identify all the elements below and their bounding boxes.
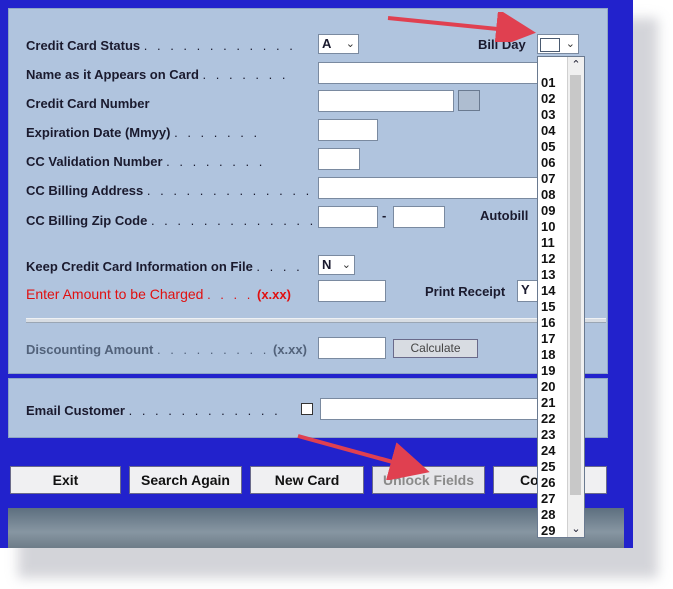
scrollbar-thumb[interactable] [570, 75, 581, 495]
billing-zip-label: CC Billing Zip Code . . . . . . . . . . … [26, 213, 330, 228]
name-on-card-field[interactable] [318, 62, 538, 84]
bill-day-option[interactable]: 01 [539, 75, 569, 91]
chevron-down-icon: ⌄ [345, 38, 355, 50]
bill-day-option[interactable]: 26 [539, 475, 569, 491]
bill-day-option[interactable]: 15 [539, 299, 569, 315]
zip-code-field[interactable] [318, 206, 378, 228]
cc-number-field[interactable] [318, 90, 454, 112]
bill-day-option[interactable]: 25 [539, 459, 569, 475]
bill-day-dropdown-list[interactable]: 01 02 03 04 05 06 07 08 09 10 11 12 13 14 15 16 17 18 19 20… [537, 56, 585, 538]
cc-validation-label: CC Validation Number . . . . . . . . [26, 154, 266, 169]
keep-on-file-select[interactable]: N ⌄ [318, 255, 355, 275]
bill-day-option[interactable]: 17 [539, 331, 569, 347]
card-type-indicator [458, 90, 480, 111]
email-field[interactable] [320, 398, 540, 420]
name-on-card-label: Name as it Appears on Card . . . . . . . [26, 67, 289, 82]
bill-day-option[interactable]: 04 [539, 123, 569, 139]
bill-day-options: 01 02 03 04 05 06 07 08 09 10 11 12 13 14 15 16 17 18 19 20… [539, 75, 569, 539]
zip-extension-field[interactable] [393, 206, 445, 228]
bill-day-option[interactable]: 14 [539, 283, 569, 299]
exit-button[interactable]: Exit [10, 466, 121, 494]
bill-day-option[interactable]: 11 [539, 235, 569, 251]
billing-address-field[interactable] [318, 177, 538, 199]
expiration-field[interactable] [318, 119, 378, 141]
keep-on-file-label: Keep Credit Card Information on File . .… [26, 259, 303, 274]
bill-day-option[interactable]: 16 [539, 315, 569, 331]
bill-day-value [540, 38, 560, 52]
email-customer-checkbox[interactable] [301, 403, 313, 415]
bill-day-option[interactable]: 29 [539, 523, 569, 539]
bill-day-option[interactable]: 02 [539, 91, 569, 107]
expiration-label: Expiration Date (Mmyy) . . . . . . . [26, 125, 261, 140]
bill-day-option[interactable]: 13 [539, 267, 569, 283]
print-receipt-select[interactable]: Y [517, 280, 539, 302]
bill-day-option[interactable]: 07 [539, 171, 569, 187]
bill-day-option[interactable]: 03 [539, 107, 569, 123]
section-divider [26, 318, 606, 323]
email-customer-label: Email Customer . . . . . . . . . . . . [26, 403, 281, 418]
bill-day-option[interactable]: 24 [539, 443, 569, 459]
cc-number-label: Credit Card Number [26, 96, 150, 111]
bill-day-option[interactable]: 18 [539, 347, 569, 363]
discounting-label: Discounting Amount . . . . . . . . . (x.… [26, 342, 307, 357]
cc-validation-field[interactable] [318, 148, 360, 170]
red-arrow-icon [297, 434, 430, 480]
bill-day-option[interactable]: 06 [539, 155, 569, 171]
calculate-button[interactable]: Calculate [393, 339, 478, 358]
search-again-button[interactable]: Search Again [129, 466, 242, 494]
bill-day-option[interactable]: 08 [539, 187, 569, 203]
chevron-down-icon: ⌄ [565, 38, 575, 50]
discounting-field[interactable] [318, 337, 386, 359]
bill-day-option[interactable]: 19 [539, 363, 569, 379]
dropdown-scrollbar[interactable]: ⌃ ⌄ [567, 57, 584, 537]
bill-day-option[interactable]: 23 [539, 427, 569, 443]
bill-day-select[interactable]: ⌄ [537, 34, 579, 54]
red-arrow-icon [387, 12, 536, 42]
billing-address-label: CC Billing Address . . . . . . . . . . .… [26, 183, 326, 198]
zip-separator: - [382, 208, 387, 223]
bill-day-option[interactable]: 10 [539, 219, 569, 235]
bill-day-option[interactable]: 09 [539, 203, 569, 219]
chevron-down-icon[interactable]: ⌄ [568, 521, 584, 537]
bill-day-option[interactable]: 20 [539, 379, 569, 395]
credit-card-status-label: Credit Card Status . . . . . . . . . . .… [26, 38, 296, 53]
autobill-label: Autobill [480, 208, 529, 223]
chevron-down-icon: ⌄ [341, 259, 351, 271]
chevron-up-icon[interactable]: ⌃ [568, 57, 584, 73]
bill-day-option[interactable]: 28 [539, 507, 569, 523]
credit-card-status-select[interactable]: A ⌄ [318, 34, 359, 54]
bill-day-option[interactable]: 27 [539, 491, 569, 507]
print-receipt-label: Print Receipt [425, 284, 506, 299]
amount-field[interactable] [318, 280, 386, 302]
amount-label: Enter Amount to be Charged . . . . (x.xx… [26, 286, 291, 302]
bill-day-option[interactable]: 21 [539, 395, 569, 411]
bill-day-option[interactable]: 05 [539, 139, 569, 155]
background-image-strip [8, 508, 624, 548]
bill-day-option[interactable]: 12 [539, 251, 569, 267]
bill-day-option[interactable]: 22 [539, 411, 569, 427]
